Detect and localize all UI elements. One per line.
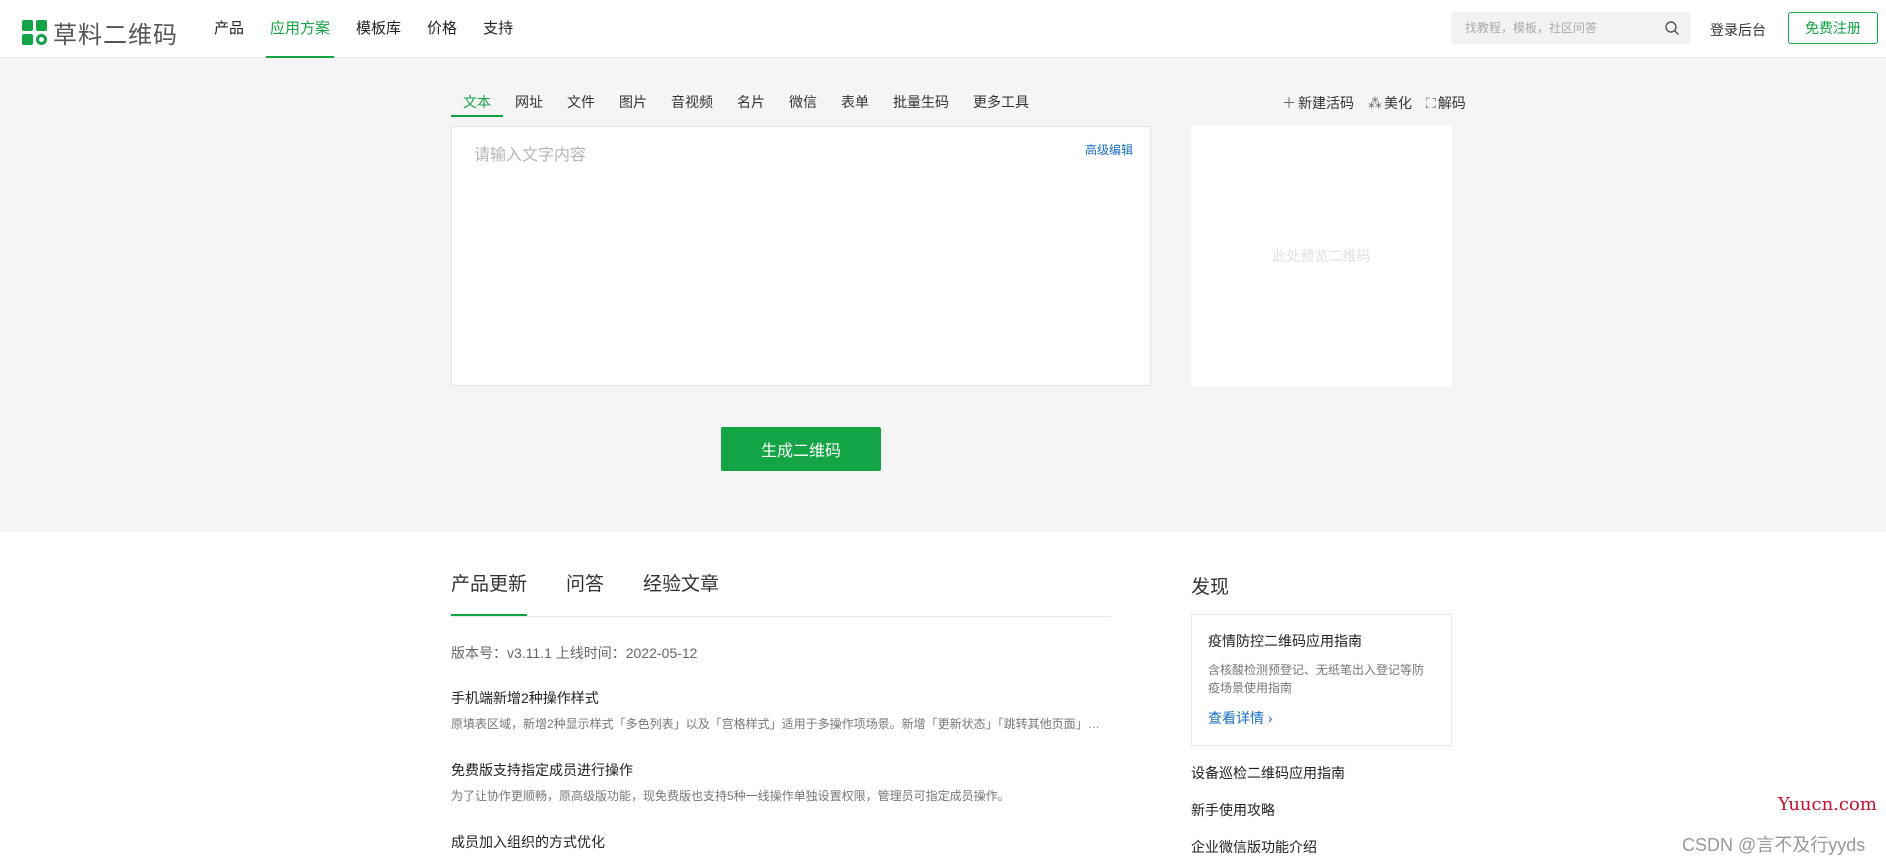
version-info: 版本号：v3.11.1 上线时间：2022-05-12 bbox=[451, 645, 698, 661]
card-title[interactable]: 疫情防控二维码应用指南 bbox=[1208, 631, 1435, 651]
new-dynamic-code-button[interactable]: ＋新建活码 bbox=[1282, 93, 1354, 113]
tab-audio-video[interactable]: 音视频 bbox=[659, 88, 725, 117]
generate-qr-button[interactable]: 生成二维码 bbox=[721, 427, 881, 471]
tool-label: 解码 bbox=[1437, 95, 1466, 111]
news-item[interactable]: 成员加入组织的方式优化 bbox=[451, 832, 1111, 852]
discover-title: 发现 bbox=[1191, 577, 1230, 598]
tabs-divider bbox=[451, 616, 1111, 617]
news-item[interactable]: 手机端新增2种操作样式 原填表区域，新增2种显示样式「多色列表」以及「宫格样式」… bbox=[451, 688, 1111, 732]
watermark-csdn: CSDN @言不及行yyds bbox=[1682, 835, 1866, 855]
news-title: 免费版支持指定成员进行操作 bbox=[451, 762, 633, 778]
beautify-icon: ⁂ bbox=[1368, 94, 1382, 111]
tab-batch[interactable]: 批量生码 bbox=[881, 88, 961, 117]
preview-placeholder: 此处预览二维码 bbox=[1272, 248, 1371, 264]
view-details-link[interactable]: 查看详情 › bbox=[1208, 708, 1273, 728]
news-desc: 为了让协作更顺畅，原高级版功能，现免费版也支持5种一线操作单独设置权限，管理员可… bbox=[451, 789, 1010, 803]
text-editor: 高级编辑 bbox=[451, 126, 1151, 386]
nav-item-products[interactable]: 产品 bbox=[210, 0, 248, 58]
nav-item-templates[interactable]: 模板库 bbox=[352, 0, 405, 58]
tab-file[interactable]: 文件 bbox=[555, 88, 607, 117]
plus-icon: ＋ bbox=[1282, 95, 1296, 111]
content-tabs: 产品更新 问答 经验文章 bbox=[451, 568, 758, 616]
news-title: 成员加入组织的方式优化 bbox=[451, 834, 605, 850]
qr-preview-panel: 此处预览二维码 bbox=[1191, 126, 1452, 386]
tab-form[interactable]: 表单 bbox=[829, 88, 881, 117]
nav-item-solutions[interactable]: 应用方案 bbox=[266, 0, 335, 58]
search-box bbox=[1451, 12, 1690, 44]
discover-link[interactable]: 企业微信版功能介绍 bbox=[1191, 837, 1317, 857]
tab-image[interactable]: 图片 bbox=[607, 88, 659, 117]
tab-articles[interactable]: 经验文章 bbox=[643, 568, 719, 616]
advanced-edit-link[interactable]: 高级编辑 bbox=[1085, 141, 1133, 158]
top-navbar: 草料二维码 产品 应用方案 模板库 价格 支持 登录后台 免费注册 bbox=[0, 0, 1886, 58]
logo-text: 草料二维码 bbox=[53, 22, 178, 49]
watermark-site: Yuucn.com bbox=[1778, 794, 1877, 815]
decode-button[interactable]: ⛶ 解码 bbox=[1426, 93, 1466, 113]
discover-link[interactable]: 新手使用攻略 bbox=[1191, 800, 1275, 820]
tool-label: 新建活码 bbox=[1298, 95, 1354, 111]
nav-item-support[interactable]: 支持 bbox=[479, 0, 517, 58]
news-item[interactable]: 免费版支持指定成员进行操作 为了让协作更顺畅，原高级版功能，现免费版也支持5种一… bbox=[451, 760, 1111, 804]
tab-product-updates[interactable]: 产品更新 bbox=[451, 568, 528, 616]
chevron-right-icon: › bbox=[1267, 710, 1273, 726]
tab-text[interactable]: 文本 bbox=[451, 88, 503, 117]
featured-guide-card: 疫情防控二维码应用指南 含核酸检测预登记、无纸笔出入登记等防疫场景使用指南 查看… bbox=[1191, 614, 1452, 746]
search-input[interactable] bbox=[1451, 12, 1651, 44]
toolbar: ＋新建活码 ⁂ 美化 ⛶ 解码 bbox=[1268, 93, 1466, 113]
tab-more-tools[interactable]: 更多工具 bbox=[961, 88, 1041, 117]
login-link[interactable]: 登录后台 bbox=[1710, 20, 1766, 40]
view-details-label: 查看详情 bbox=[1208, 710, 1264, 726]
card-desc: 含核酸检测预登记、无纸笔出入登记等防疫场景使用指南 bbox=[1208, 663, 1425, 695]
tab-business-card[interactable]: 名片 bbox=[725, 88, 777, 117]
logo[interactable]: 草料二维码 bbox=[22, 15, 178, 50]
logo-icon bbox=[22, 20, 47, 45]
decode-icon: ⛶ bbox=[1426, 94, 1436, 111]
tab-url[interactable]: 网址 bbox=[503, 88, 555, 117]
register-button[interactable]: 免费注册 bbox=[1788, 12, 1878, 44]
discover-link[interactable]: 设备巡检二维码应用指南 bbox=[1191, 763, 1345, 783]
qr-type-tabs: 文本 网址 文件 图片 音视频 名片 微信 表单 批量生码 更多工具 bbox=[451, 88, 1041, 117]
tool-label: 美化 bbox=[1384, 95, 1412, 111]
text-content-input[interactable] bbox=[452, 127, 1150, 385]
beautify-button[interactable]: ⁂ 美化 bbox=[1368, 93, 1412, 113]
tab-wechat[interactable]: 微信 bbox=[777, 88, 829, 117]
search-icon[interactable] bbox=[1664, 20, 1680, 36]
news-desc: 原填表区域，新增2种显示样式「多色列表」以及「宫格样式」适用于多操作项场景。新增… bbox=[451, 717, 1111, 731]
news-title: 手机端新增2种操作样式 bbox=[451, 690, 599, 706]
main-nav: 产品 应用方案 模板库 价格 支持 bbox=[210, 0, 535, 58]
nav-item-pricing[interactable]: 价格 bbox=[423, 0, 461, 58]
tab-qa[interactable]: 问答 bbox=[566, 568, 604, 616]
